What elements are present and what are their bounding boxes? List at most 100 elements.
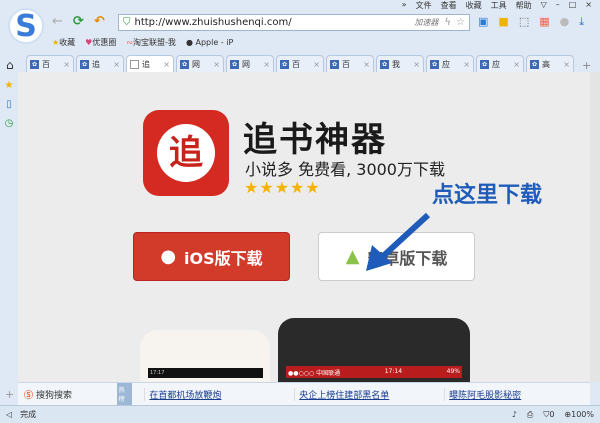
close-tab-icon[interactable]: ×: [413, 60, 420, 69]
undo-close-button[interactable]: ↶: [94, 14, 105, 29]
tab-label: 高: [542, 59, 550, 69]
sogou-icon: Ⓢ: [24, 390, 34, 401]
minimize-button[interactable]: –: [556, 0, 560, 12]
sound-icon[interactable]: ♪: [512, 410, 517, 420]
game-icon[interactable]: ▦: [539, 15, 549, 29]
menu-help[interactable]: 帮助: [516, 0, 532, 12]
back-button[interactable]: ←: [52, 14, 63, 29]
news-link[interactable]: 曝陈阿毛股影秘密: [444, 387, 590, 401]
tab[interactable]: ✿ 百 ×: [26, 55, 74, 72]
favorites-star-icon[interactable]: ★: [5, 80, 14, 91]
address-bar[interactable]: ⛉ http://www.zhuishushenqi.com/ 加速器 ϟ ☆: [118, 14, 470, 31]
home-icon[interactable]: ⌂: [6, 58, 26, 72]
app-icon-glyph: 追: [157, 124, 215, 182]
skin-button[interactable]: ▽: [541, 0, 547, 12]
sogou-search-source[interactable]: Ⓢ 搜狗搜索: [18, 388, 117, 401]
bookmark-apple[interactable]: ● Apple - iP: [186, 38, 233, 47]
arrow-annotation-icon: [366, 212, 431, 271]
screenshot-icon[interactable]: ▣: [478, 15, 488, 29]
smile-icon[interactable]: ●: [560, 15, 570, 29]
page-icon: [130, 59, 139, 69]
menu-more[interactable]: »: [402, 0, 407, 12]
menu-file[interactable]: 文件: [416, 0, 432, 12]
add-sidebar-button[interactable]: +: [5, 388, 14, 401]
ios-download-button[interactable]: ● iOS版下载: [133, 232, 290, 281]
star-icon[interactable]: ☆: [456, 17, 465, 28]
menu-favorites[interactable]: 收藏: [466, 0, 482, 12]
bookmark-label: 优惠圈: [92, 38, 117, 47]
time-text: 17:14: [384, 368, 403, 375]
tab[interactable]: ✿ 应 ×: [476, 55, 524, 72]
news-link[interactable]: 央企上榜住建部黑名单: [294, 387, 440, 401]
tablet-icon[interactable]: ▯: [6, 99, 12, 110]
ios-download-label: iOS版下载: [184, 248, 263, 268]
print-icon[interactable]: ⎙: [527, 410, 533, 420]
close-tab-icon[interactable]: ×: [213, 60, 220, 69]
bookmark-taobao[interactable]: ∾淘宝联盟-我: [126, 37, 176, 48]
app-title: 追书神器: [243, 120, 387, 160]
tab[interactable]: ✿ 网 ×: [226, 55, 274, 72]
shield-icon: ⛉: [123, 17, 131, 28]
close-tab-icon[interactable]: ×: [313, 60, 320, 69]
status-bar: ◁ 完成 ♪ ⎙ ⛉0 ⊕100%: [0, 405, 600, 423]
paw-icon: ✿: [380, 59, 389, 69]
zoom-control[interactable]: ⊕100%: [564, 410, 594, 420]
tab[interactable]: ✿ 网 ×: [176, 55, 224, 72]
web-content: 追 追书神器 小说多 免费看, 3000万下载 ★★★★★ 点这里下载 ● iOS…: [18, 72, 590, 382]
maximize-button[interactable]: □: [569, 0, 577, 12]
tab-active[interactable]: 追 ×: [126, 55, 174, 72]
phone-status-bar: ●●○○○ 中国联通 17:14 49%: [286, 366, 462, 378]
menu-view[interactable]: 查看: [441, 0, 457, 12]
status-text: 完成: [20, 410, 37, 419]
download-hint-annotation: 点这里下载: [432, 183, 543, 208]
security-shield[interactable]: ⛉0: [543, 410, 554, 420]
apple-icon: ●: [160, 246, 177, 267]
cursor-icon[interactable]: ⬚: [519, 15, 529, 29]
tab[interactable]: ✿ 高 ×: [526, 55, 574, 72]
close-button[interactable]: ×: [585, 0, 592, 12]
paw-icon: ✿: [330, 59, 339, 69]
close-tab-icon[interactable]: ×: [63, 60, 70, 69]
source-label: 搜狗搜索: [36, 390, 73, 401]
close-tab-icon[interactable]: ×: [463, 60, 470, 69]
paw-icon: ✿: [30, 59, 39, 69]
close-tab-icon[interactable]: ×: [563, 60, 570, 69]
tab[interactable]: ✿ 百 ×: [326, 55, 374, 72]
sogou-logo-icon[interactable]: S: [8, 8, 44, 44]
url-input[interactable]: http://www.zhuishushenqi.com/: [135, 17, 415, 28]
close-tab-icon[interactable]: ×: [263, 60, 270, 69]
tab-label: 应: [442, 59, 450, 69]
close-tab-icon[interactable]: ×: [113, 60, 120, 69]
paw-icon: ✿: [80, 59, 89, 69]
bookmark-label: 淘宝联盟-我: [133, 38, 176, 47]
close-tab-icon[interactable]: ×: [163, 60, 170, 69]
close-tab-icon[interactable]: ×: [363, 60, 370, 69]
news-link[interactable]: 在首都机场放鞭炮: [144, 387, 290, 401]
history-clock-icon[interactable]: ◷: [5, 118, 14, 129]
tab[interactable]: ✿ 我 ×: [376, 55, 424, 72]
tab[interactable]: ✿ 追 ×: [76, 55, 124, 72]
scrollbar[interactable]: [590, 72, 600, 382]
extension-icon[interactable]: ■: [498, 15, 508, 29]
refresh-button[interactable]: ⟳: [73, 14, 84, 29]
lightning-icon[interactable]: ϟ: [444, 17, 451, 28]
download-icon[interactable]: ⤓: [579, 15, 584, 29]
carrier-text: ●●○○○ 中国联通: [288, 370, 341, 377]
tab-bar: ⌂ ✿ 百 × ✿ 追 × 追 × ✿ 网 × ✿ 网 × ✿ 百 × ✿ 百 × ✿ 我 × ✿ 应 × ✿ 应 ×…: [0, 53, 600, 72]
hot-badge: 热榜: [116, 383, 133, 405]
tab[interactable]: ✿ 百 ×: [276, 55, 324, 72]
sidebar: ★ ▯ ◷: [0, 72, 18, 405]
bookmark-label: 收藏: [59, 38, 76, 47]
tab-label: 百: [292, 59, 300, 69]
bookmark-youhui[interactable]: ♥优惠圈: [85, 37, 116, 48]
sidebar-toggle-icon[interactable]: ◁: [6, 410, 12, 419]
tab-label: 追: [92, 59, 100, 69]
menu-tools[interactable]: 工具: [491, 0, 507, 12]
tab[interactable]: ✿ 应 ×: [426, 55, 474, 72]
paw-icon: ✿: [180, 59, 189, 69]
phone-mockup-dark: ●●○○○ 中国联通 17:14 49%: [278, 318, 470, 382]
new-tab-button[interactable]: +: [582, 59, 591, 72]
accelerator-button[interactable]: 加速器: [414, 17, 438, 28]
bookmark-favorites[interactable]: ★收藏: [52, 37, 75, 48]
close-tab-icon[interactable]: ×: [513, 60, 520, 69]
